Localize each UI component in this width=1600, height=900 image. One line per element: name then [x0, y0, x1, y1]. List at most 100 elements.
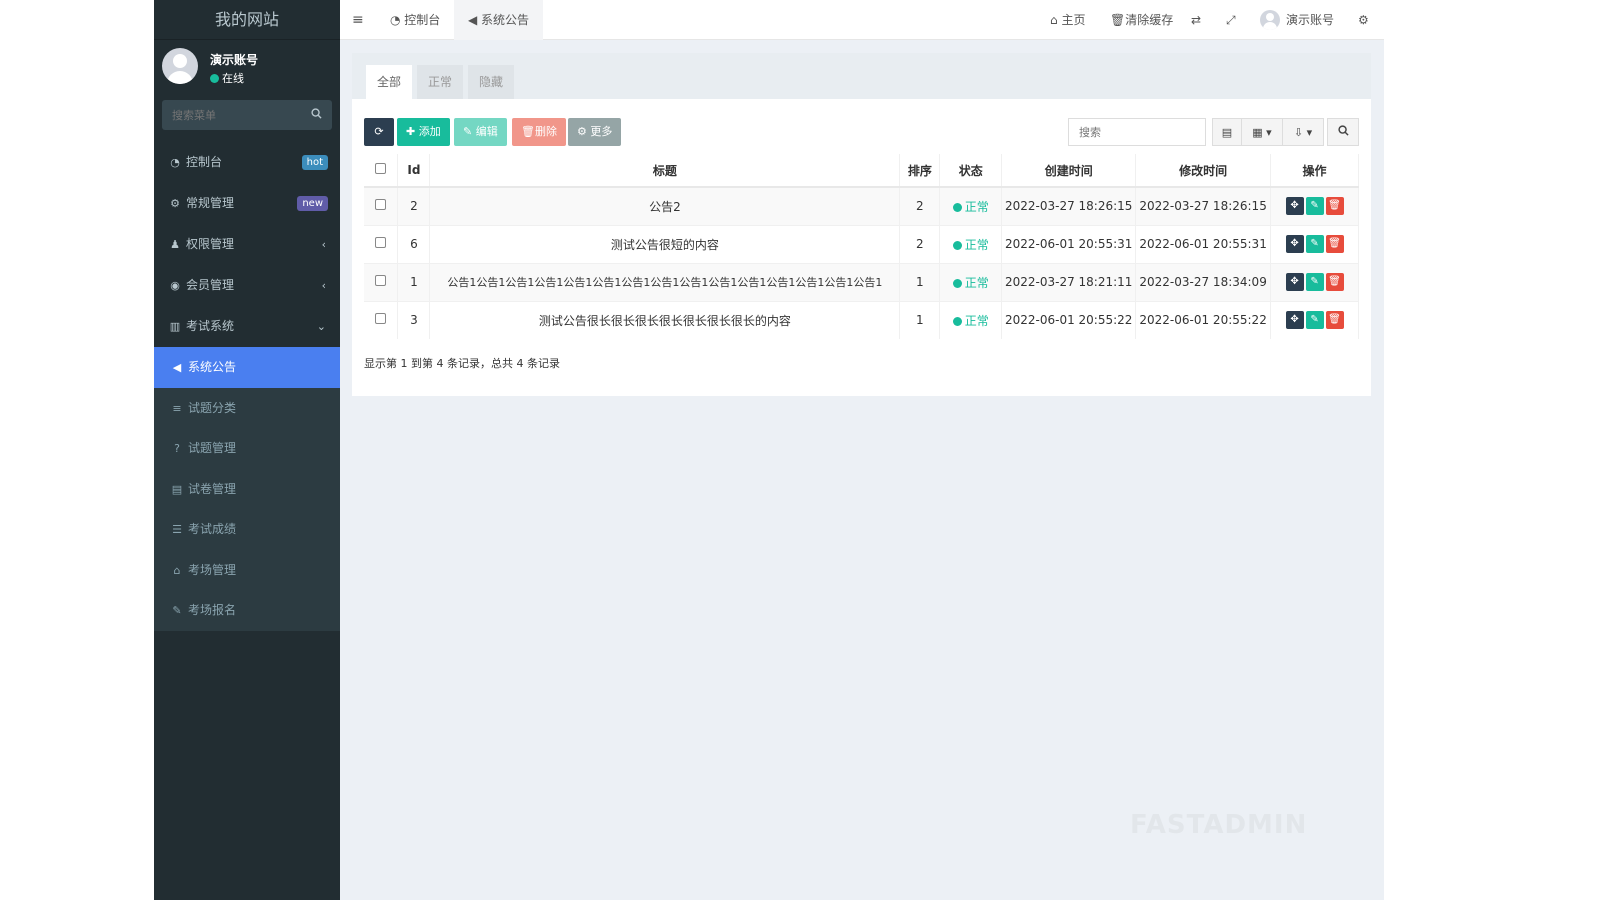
row-delete-icon[interactable]: 🗑: [1325, 311, 1344, 330]
search-icon: [1337, 125, 1349, 139]
home-icon: ⌂: [1050, 13, 1062, 27]
row-checkbox[interactable]: [375, 275, 387, 286]
sidebar-item-label: 试题分类: [188, 400, 237, 415]
table-row[interactable]: 6 测试公告很短的内容 2 正常 2022-06-01 20:55:31 202…: [364, 224, 1359, 263]
sidebar-item-rooms[interactable]: ⌂ 考场管理: [154, 550, 340, 591]
home-link[interactable]: ⌂ 主页: [1050, 0, 1085, 40]
export-dropdown-button[interactable]: ⇩ ▾: [1282, 118, 1324, 146]
add-button[interactable]: ✚ 添加: [397, 118, 450, 146]
row-checkbox[interactable]: [375, 313, 387, 325]
sidebar-item-members[interactable]: ◉ 会员管理 ‹: [154, 265, 340, 306]
filter-tabs: 全部 正常 隐藏: [352, 53, 1371, 99]
row-edit-icon[interactable]: ✎: [1305, 235, 1324, 253]
sidebar-item-label: 试卷管理: [188, 481, 237, 496]
user-circle-icon: ◉: [170, 279, 180, 292]
row-checkbox[interactable]: [375, 199, 387, 211]
row-select-cell: [364, 262, 399, 301]
advanced-search-button[interactable]: [1327, 118, 1359, 146]
table-row[interactable]: 2 公告2 2 正常 2022-03-27 18:26:15 2022-03-2…: [364, 186, 1359, 225]
cell-status[interactable]: 正常: [939, 186, 1003, 225]
sidebar-item-label: 试题管理: [188, 441, 237, 455]
pencil-icon: ✎: [463, 125, 476, 138]
clear-cache-button[interactable]: 🗑清除缓存: [1110, 0, 1173, 40]
language-icon[interactable]: ⇄: [1191, 0, 1201, 40]
columns-dropdown-button[interactable]: ▦ ▾: [1241, 118, 1283, 146]
sidebar-item-label: 会员管理: [186, 278, 235, 292]
menu-toggle-icon[interactable]: ≡: [352, 0, 364, 40]
sidebar-item-auth[interactable]: ♟ 权限管理 ‹: [154, 224, 340, 265]
user-name: 演示账号: [210, 53, 259, 67]
row-edit-icon[interactable]: ✎: [1305, 273, 1324, 291]
tab-normal[interactable]: 正常: [417, 65, 464, 99]
row-delete-icon[interactable]: 🗑: [1325, 273, 1344, 291]
cell-sort: 2: [899, 224, 941, 263]
tab-all[interactable]: 全部: [366, 65, 413, 99]
user-status-label: 在线: [222, 72, 244, 85]
column-header-id[interactable]: Id: [397, 154, 431, 188]
select-all-checkbox[interactable]: [375, 163, 387, 174]
sidebar-item-papers[interactable]: ▤ 试卷管理: [154, 469, 340, 510]
delete-label: 删除: [534, 125, 557, 138]
account-name: 演示账号: [1286, 13, 1335, 27]
tab-dashboard[interactable]: ◔ 控制台: [376, 0, 454, 40]
edit-button[interactable]: ✎ 编辑: [454, 118, 507, 146]
settings-gear-icon[interactable]: ⚙: [1358, 0, 1369, 40]
toggle-view-button[interactable]: ▤: [1212, 118, 1242, 146]
align-left-icon: ≡: [172, 401, 182, 415]
cell-created: 2022-03-27 18:21:11: [1001, 262, 1137, 301]
drag-sort-icon[interactable]: ✥: [1285, 273, 1304, 291]
row-delete-icon[interactable]: 🗑: [1325, 197, 1344, 216]
search-icon[interactable]: [311, 108, 322, 122]
table-search-input[interactable]: [1068, 118, 1206, 146]
column-header-updated[interactable]: 修改时间: [1135, 154, 1272, 188]
row-select-cell: [364, 224, 399, 263]
status-label: 正常: [964, 275, 989, 290]
sidebar-item-questions[interactable]: ? 试题管理: [154, 428, 340, 469]
newspaper-icon: ▤: [171, 482, 183, 496]
user-status: 在线: [210, 70, 244, 86]
sidebar-item-general[interactable]: ⚙ 常规管理 new: [154, 183, 340, 224]
table-row[interactable]: 3 测试公告很长很长很长很长很长很长很长的内容 1 正常 2022-06-01 …: [364, 300, 1359, 339]
sidebar-item-label: 考试成绩: [188, 522, 237, 536]
column-header-status[interactable]: 状态: [939, 154, 1003, 188]
column-header-sort[interactable]: 排序: [899, 154, 941, 188]
sidebar-item-label: 常规管理: [186, 196, 235, 210]
cell-status[interactable]: 正常: [939, 224, 1003, 263]
sidebar-item-exam-system[interactable]: ▥ 考试系统 ⌄: [154, 306, 340, 347]
refresh-button[interactable]: ⟳: [364, 118, 394, 146]
cell-title: 测试公告很长很长很长很长很长很长很长的内容: [429, 300, 901, 339]
more-button[interactable]: ⚙ 更多: [568, 118, 622, 146]
cell-actions: ✥ ✎ 🗑: [1270, 224, 1359, 263]
status-dot-icon: [952, 240, 962, 250]
row-delete-icon[interactable]: 🗑: [1325, 235, 1344, 253]
tab-announcements[interactable]: ◀ 系统公告: [454, 0, 544, 40]
site-brand[interactable]: 我的网站: [154, 0, 340, 40]
drag-sort-icon[interactable]: ✥: [1285, 235, 1304, 253]
row-edit-icon[interactable]: ✎: [1305, 311, 1324, 330]
cell-updated: 2022-03-27 18:34:09: [1135, 262, 1272, 301]
fullscreen-icon[interactable]: ⤢: [1226, 0, 1236, 40]
column-header-title[interactable]: 标题: [429, 154, 901, 188]
sidebar-item-dashboard[interactable]: ◔ 控制台 hot: [154, 142, 340, 183]
select-all-cell: [364, 154, 399, 188]
tab-hidden[interactable]: 隐藏: [468, 65, 515, 99]
sidebar-item-scores[interactable]: ☰ 考试成绩: [154, 509, 340, 550]
avatar: [1260, 10, 1280, 30]
drag-sort-icon[interactable]: ✥: [1285, 197, 1304, 216]
account-menu[interactable]: 演示账号: [1260, 0, 1334, 40]
delete-button[interactable]: 🗑删除: [512, 118, 566, 146]
row-checkbox[interactable]: [375, 237, 387, 248]
cell-status[interactable]: 正常: [939, 300, 1003, 339]
column-header-created[interactable]: 创建时间: [1001, 154, 1137, 188]
row-edit-icon[interactable]: ✎: [1305, 197, 1324, 216]
cell-created: 2022-06-01 20:55:22: [1001, 300, 1137, 339]
volume-icon: ◀: [172, 361, 182, 374]
sidebar-item-announcements[interactable]: ◀ 系统公告: [154, 347, 340, 388]
drag-sort-icon[interactable]: ✥: [1285, 311, 1304, 330]
menu-search-input[interactable]: [162, 100, 302, 130]
cell-status[interactable]: 正常: [939, 262, 1003, 301]
sidebar-item-question-category[interactable]: ≡ 试题分类: [154, 388, 340, 429]
dashboard-icon: ◔: [170, 156, 180, 169]
sidebar-item-registration[interactable]: ✎ 考场报名: [154, 590, 340, 631]
table-row[interactable]: 1 公告1公告1公告1公告1公告1公告1公告1公告1公告1公告1公告1公告1公告…: [364, 262, 1359, 301]
